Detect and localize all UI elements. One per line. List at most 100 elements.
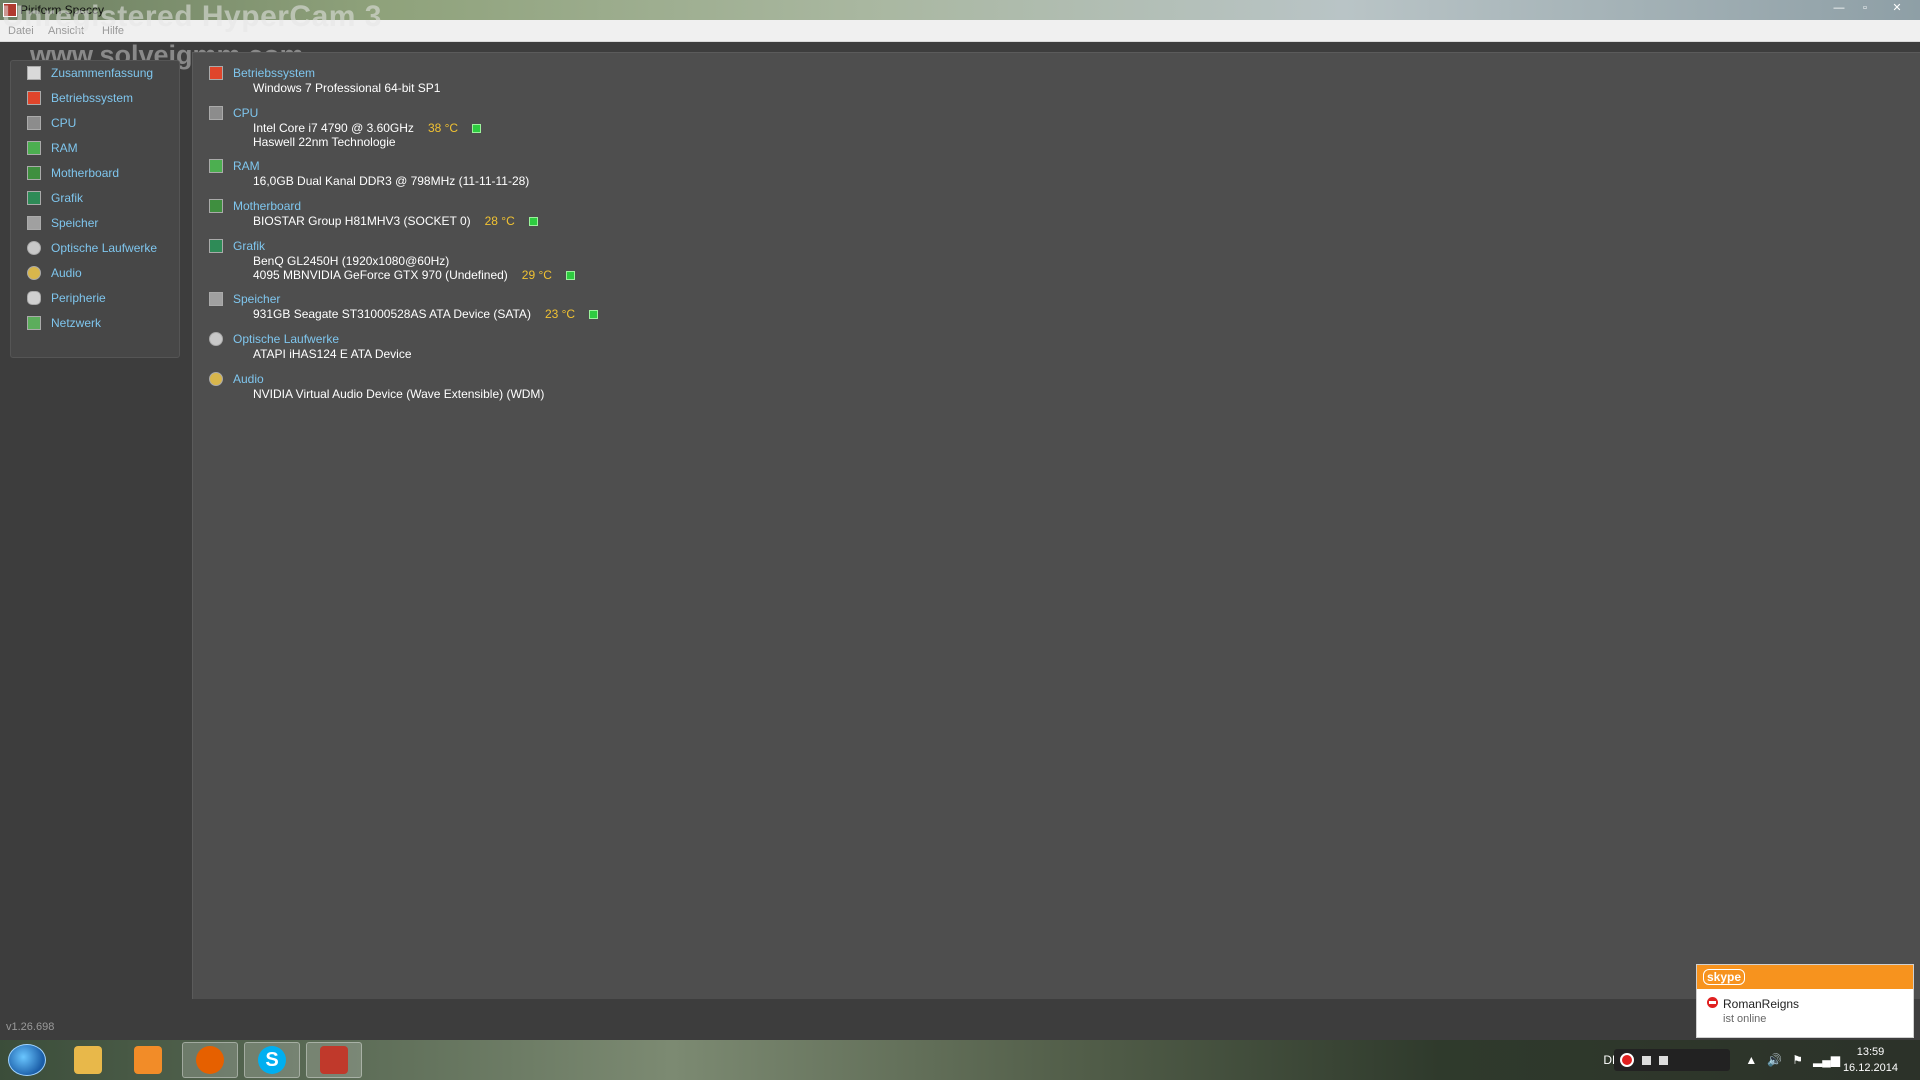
media-player-icon <box>134 1046 162 1074</box>
maximize-button[interactable]: ▫ <box>1854 0 1876 16</box>
sidebar-item-label: Zusammenfassung <box>51 66 154 80</box>
record-icon[interactable] <box>1620 1053 1634 1067</box>
sidebar-item-summary[interactable]: Zusammenfassung <box>27 63 153 83</box>
hypercam-watermark: Unregistered HyperCam 3 <box>2 0 382 33</box>
taskbar-speccy[interactable] <box>306 1042 362 1078</box>
mouse-icon <box>27 291 41 305</box>
taskbar-firefox[interactable] <box>182 1042 238 1078</box>
section-title[interactable]: Speicher <box>233 292 280 306</box>
version-label: v1.26.698 <box>6 1021 55 1033</box>
summary-section-motherboard: Motherboard BIOSTAR Group H81MHV3 (SOCKE… <box>209 198 538 228</box>
sidebar-item-label: Netzwerk <box>51 316 102 330</box>
sidebar-item-peripherals[interactable]: Peripherie <box>27 288 106 308</box>
speaker-icon <box>209 372 223 386</box>
clock[interactable]: 13:59 16.12.2014 <box>1843 1040 1898 1080</box>
temperature: 23 °C <box>544 307 576 321</box>
explorer-icon <box>74 1046 102 1074</box>
speccy-icon <box>320 1046 348 1074</box>
section-line: BenQ GL2450H (1920x1080@60Hz) <box>253 254 450 268</box>
skype-notification-header: skype <box>1697 965 1913 989</box>
disc-icon <box>27 241 41 255</box>
volume-icon[interactable]: 🔊 <box>1767 1053 1782 1067</box>
camera-icon[interactable] <box>1659 1055 1668 1065</box>
section-line: ATAPI iHAS124 E ATA Device <box>253 347 412 361</box>
section-title[interactable]: Audio <box>233 372 264 386</box>
skype-logo: skype <box>1703 969 1746 985</box>
section-title[interactable]: Motherboard <box>233 199 301 213</box>
sidebar-item-os[interactable]: Betriebssystem <box>27 88 133 108</box>
status-bar: v1.26.698 <box>0 1010 1920 1040</box>
taskbar-explorer[interactable] <box>60 1042 116 1078</box>
hdd-icon <box>209 292 223 306</box>
skype-status-text: ist online <box>1723 1013 1767 1025</box>
clock-time: 13:59 <box>1856 1046 1885 1058</box>
skype-notification-body: RomanReigns ist online <box>1697 989 1913 1039</box>
sidebar-item-graphics[interactable]: Grafik <box>27 188 83 208</box>
sidebar-item-audio[interactable]: Audio <box>27 263 82 283</box>
section-line: BIOSTAR Group H81MHV3 (SOCKET 0) 28 °C <box>209 214 538 228</box>
tray-expand-icon[interactable]: ▲ <box>1745 1053 1757 1067</box>
sidebar: Zusammenfassung Betriebssystem CPU RAM M… <box>10 60 180 358</box>
summary-section-ram: RAM 16,0GB Dual Kanal DDR3 @ 798MHz (11-… <box>209 158 529 188</box>
sidebar-item-label: Speicher <box>51 216 99 230</box>
sidebar-item-network[interactable]: Netzwerk <box>27 313 101 333</box>
clock-date: 16.12.2014 <box>1842 1062 1898 1074</box>
sidebar-item-label: CPU <box>51 116 77 130</box>
cpu-icon <box>27 116 41 130</box>
motherboard-icon <box>209 199 223 213</box>
minimize-button[interactable]: — <box>1828 0 1850 16</box>
skype-icon: S <box>258 1046 286 1074</box>
taskbar-media-player[interactable] <box>120 1042 176 1078</box>
temperature: 28 °C <box>484 214 515 228</box>
speaker-icon <box>27 266 41 280</box>
motherboard-icon <box>27 166 41 180</box>
section-title[interactable]: Optische Laufwerke <box>233 332 339 346</box>
temperature: 38 °C <box>427 121 459 135</box>
sidebar-item-label: Betriebssystem <box>51 91 134 105</box>
network-signal-icon[interactable]: ▂▄▆ <box>1813 1053 1840 1067</box>
sidebar-item-storage[interactable]: Speicher <box>27 213 98 233</box>
section-title[interactable]: CPU <box>233 106 258 120</box>
temperature-indicator <box>565 270 575 280</box>
disc-icon <box>209 332 223 346</box>
firefox-icon <box>196 1046 224 1074</box>
network-icon <box>27 316 41 330</box>
section-line: 931GB Seagate ST31000528AS ATA Device (S… <box>209 307 599 321</box>
hdd-icon <box>27 216 41 230</box>
summary-section-cpu: CPU Intel Core i7 4790 @ 3.60GHz 38 °C Ha… <box>209 105 482 149</box>
sidebar-item-optical[interactable]: Optische Laufwerke <box>27 238 157 258</box>
section-title[interactable]: Grafik <box>233 239 265 253</box>
stop-icon[interactable] <box>1642 1055 1651 1065</box>
sidebar-item-cpu[interactable]: CPU <box>27 113 76 133</box>
sidebar-item-label: Motherboard <box>51 166 120 180</box>
skype-contact-name: RomanReigns <box>1723 997 1800 1011</box>
hypercam-recorder-controls[interactable] <box>1614 1049 1730 1071</box>
section-line: 4095 MBNVIDIA GeForce GTX 970 (Undefined… <box>209 268 575 282</box>
skype-notification[interactable]: skype RomanReigns ist online <box>1696 964 1914 1038</box>
window-controls: — ▫ ✕ <box>1828 0 1914 18</box>
section-line: Windows 7 Professional 64-bit SP1 <box>253 81 441 95</box>
temperature-indicator <box>472 123 482 133</box>
taskbar: S DE ▲ 🔊 ⚑ ▂▄▆ 13:59 16.12.2014 <box>0 1040 1920 1080</box>
sidebar-item-label: Peripherie <box>51 291 106 305</box>
close-button[interactable]: ✕ <box>1880 0 1914 16</box>
ram-icon <box>27 141 41 155</box>
section-line: 16,0GB Dual Kanal DDR3 @ 798MHz (11-11-1… <box>253 174 530 188</box>
summary-section-graphics: Grafik BenQ GL2450H (1920x1080@60Hz) 409… <box>209 238 575 282</box>
summary-section-optical: Optische Laufwerke ATAPI iHAS124 E ATA D… <box>209 331 412 361</box>
temperature-indicator <box>589 309 599 319</box>
sidebar-item-label: Audio <box>51 266 82 280</box>
section-title[interactable]: RAM <box>233 159 260 173</box>
sidebar-item-ram[interactable]: RAM <box>27 138 78 158</box>
taskbar-skype[interactable]: S <box>244 1042 300 1078</box>
windows-icon <box>209 66 223 80</box>
section-title[interactable]: Betriebssystem <box>233 66 315 80</box>
start-button[interactable] <box>8 1044 46 1076</box>
summary-section-storage: Speicher 931GB Seagate ST31000528AS ATA … <box>209 291 599 321</box>
system-tray: ▲ 🔊 ⚑ ▂▄▆ <box>1745 1040 1840 1080</box>
section-line: Haswell 22nm Technologie <box>253 135 396 149</box>
action-center-flag-icon[interactable]: ⚑ <box>1792 1053 1803 1067</box>
sidebar-item-motherboard[interactable]: Motherboard <box>27 163 119 183</box>
monitor-icon <box>209 239 223 253</box>
summary-icon <box>27 66 41 80</box>
